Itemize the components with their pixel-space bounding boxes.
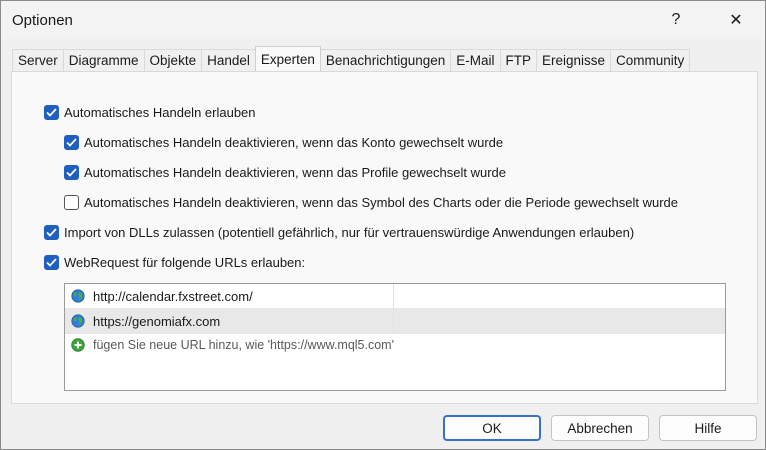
experten-panel: Automatisches Handeln erlauben Automatis… bbox=[11, 71, 758, 404]
tab-ereignisse[interactable]: Ereignisse bbox=[536, 49, 612, 71]
ok-button[interactable]: OK bbox=[443, 415, 541, 441]
url-text: https://genomiafx.com bbox=[93, 313, 221, 329]
webrequest-label: WebRequest für folgende URLs erlauben: bbox=[64, 255, 306, 270]
add-url-item[interactable]: fügen Sie neue URL hinzu, wie 'https://w… bbox=[71, 338, 394, 352]
globe-icon bbox=[71, 314, 85, 328]
url-extra-cell bbox=[394, 309, 725, 334]
url-cell[interactable]: http://calendar.fxstreet.com/ bbox=[65, 283, 394, 309]
globe-icon bbox=[71, 289, 85, 303]
tab-objekte[interactable]: Objekte bbox=[143, 49, 203, 71]
checkbox-checked-icon[interactable] bbox=[64, 165, 79, 180]
auto-trading-label: Automatisches Handeln erlauben bbox=[64, 105, 256, 120]
checkbox-checked-icon[interactable] bbox=[64, 135, 79, 150]
options-dialog: Optionen ? ✕ Server Diagramme Objekte Ha… bbox=[0, 0, 766, 450]
checkbox-checked-icon[interactable] bbox=[44, 105, 59, 120]
url-extra-cell bbox=[394, 284, 725, 309]
allow-dll-label: Import von DLLs zulassen (potentiell gef… bbox=[64, 225, 635, 240]
allow-dll-checkbox[interactable]: Import von DLLs zulassen (potentiell gef… bbox=[44, 225, 634, 240]
url-list-item[interactable]: http://calendar.fxstreet.com/ bbox=[65, 283, 725, 309]
disable-on-symbol-checkbox[interactable]: Automatisches Handeln deaktivieren, wenn… bbox=[64, 195, 678, 210]
checkbox-unchecked-icon[interactable] bbox=[64, 195, 79, 210]
window-title: Optionen bbox=[12, 12, 73, 29]
help-button[interactable]: Hilfe bbox=[659, 415, 757, 441]
disable-on-account-checkbox[interactable]: Automatisches Handeln deaktivieren, wenn… bbox=[64, 135, 503, 150]
disable-on-symbol-label: Automatisches Handeln deaktivieren, wenn… bbox=[84, 195, 678, 210]
tab-ftp[interactable]: FTP bbox=[499, 49, 538, 71]
tab-email[interactable]: E-Mail bbox=[450, 49, 501, 71]
cancel-button[interactable]: Abbrechen bbox=[551, 415, 649, 441]
webrequest-checkbox[interactable]: WebRequest für folgende URLs erlauben: bbox=[44, 255, 305, 270]
auto-trading-checkbox[interactable]: Automatisches Handeln erlauben bbox=[44, 105, 256, 120]
add-url-hint: fügen Sie neue URL hinzu, wie 'https://w… bbox=[93, 338, 394, 352]
url-text: http://calendar.fxstreet.com/ bbox=[93, 288, 253, 304]
disable-on-profile-checkbox[interactable]: Automatisches Handeln deaktivieren, wenn… bbox=[64, 165, 506, 180]
tab-server[interactable]: Server bbox=[12, 49, 64, 71]
tab-diagramme[interactable]: Diagramme bbox=[62, 49, 145, 71]
disable-on-profile-label: Automatisches Handeln deaktivieren, wenn… bbox=[84, 165, 507, 180]
checkbox-checked-icon[interactable] bbox=[44, 225, 59, 240]
url-list[interactable]: http://calendar.fxstreet.com/ https://ge… bbox=[64, 283, 726, 391]
disable-on-account-label: Automatisches Handeln deaktivieren, wenn… bbox=[84, 135, 504, 150]
checkbox-checked-icon[interactable] bbox=[44, 255, 59, 270]
tab-strip: Server Diagramme Objekte Handel Experten… bbox=[12, 46, 691, 71]
url-cell[interactable]: https://genomiafx.com bbox=[65, 308, 394, 334]
tab-experten[interactable]: Experten bbox=[254, 46, 321, 71]
tab-community[interactable]: Community bbox=[610, 49, 691, 71]
add-plus-icon bbox=[71, 338, 85, 352]
close-button[interactable]: ✕ bbox=[713, 5, 759, 35]
close-icon: ✕ bbox=[729, 12, 743, 29]
url-list-item[interactable]: https://genomiafx.com bbox=[65, 308, 725, 334]
title-bar: Optionen ? ✕ bbox=[1, 1, 765, 39]
tab-handel[interactable]: Handel bbox=[201, 49, 256, 71]
help-title-button[interactable]: ? bbox=[653, 5, 699, 35]
tab-benachrichtigungen[interactable]: Benachrichtigungen bbox=[319, 49, 452, 71]
help-icon: ? bbox=[671, 11, 681, 28]
